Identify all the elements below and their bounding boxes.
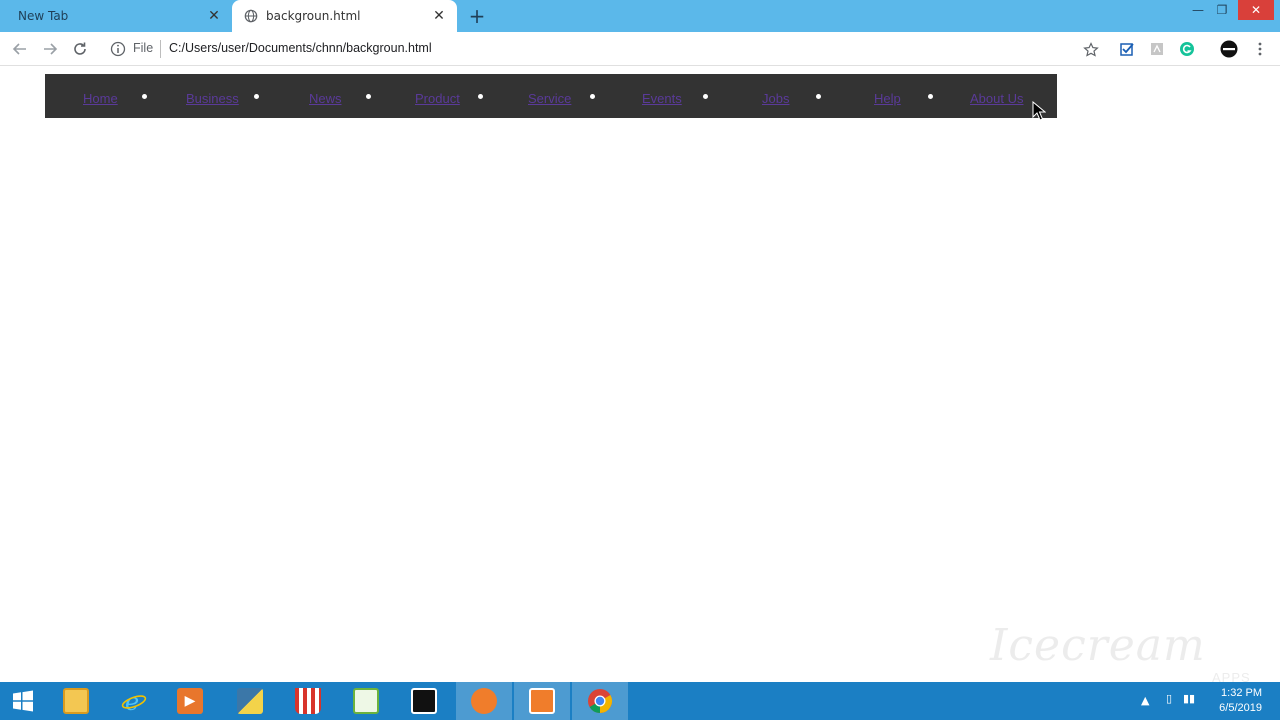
nav-item-service: Service — [528, 88, 595, 106]
reload-icon — [74, 42, 86, 55]
show-hidden-icons-button[interactable]: ▲ — [1141, 694, 1149, 707]
extension-pdf-button[interactable] — [1146, 38, 1168, 60]
bullet-icon — [478, 94, 483, 99]
nav-list: Home Business News Product Service Event… — [45, 74, 1057, 118]
taskbar-media-player[interactable]: ▶ — [162, 682, 218, 720]
info-icon[interactable] — [110, 41, 126, 57]
new-tab-button[interactable]: + — [467, 6, 487, 26]
star-icon — [1083, 42, 1099, 57]
browser-toolbar: File C:/Users/user/Documents/chnn/backgr… — [0, 32, 1280, 66]
recorder-icon — [471, 688, 497, 714]
tab-new-tab[interactable]: New Tab ✕ — [0, 0, 232, 32]
back-button[interactable] — [9, 38, 31, 60]
media-player-icon: ▶ — [177, 688, 203, 714]
bracket-editor-icon — [411, 688, 437, 714]
tab-title: New Tab — [18, 9, 69, 23]
scheme-label: File — [133, 41, 154, 55]
divider — [160, 40, 161, 58]
kebab-menu-icon — [1258, 42, 1262, 56]
chrome-icon — [588, 689, 613, 713]
windows-logo-icon — [13, 690, 33, 712]
bookmark-star-button[interactable] — [1080, 39, 1102, 61]
nav-link-about-us[interactable]: About Us — [970, 91, 1023, 106]
document-icon — [1151, 43, 1163, 55]
camera-icon — [529, 688, 555, 714]
internet-explorer-icon: e — [121, 688, 147, 714]
taskbar-file-explorer[interactable] — [48, 682, 104, 720]
taskbar-icecream-recorder[interactable] — [456, 682, 512, 720]
taskbar-popcorn-app[interactable] — [280, 682, 336, 720]
nav-link-home[interactable]: Home — [83, 91, 118, 106]
nav-item-business: Business — [186, 88, 259, 106]
address-bar[interactable]: File C:/Users/user/Documents/chnn/backgr… — [104, 36, 1106, 62]
menu-button[interactable] — [1249, 38, 1271, 60]
bullet-icon — [703, 94, 708, 99]
watermark: Icecream APPS — [990, 620, 1280, 685]
extension-check-button[interactable] — [1116, 38, 1138, 60]
nav-item-about-us: About Us — [970, 88, 1023, 106]
bullet-icon — [142, 94, 147, 99]
folder-icon — [63, 688, 89, 714]
arrow-right-icon — [44, 43, 58, 55]
notepad-icon — [353, 688, 379, 714]
url-text[interactable]: C:/Users/user/Documents/chnn/backgroun.h… — [169, 41, 432, 55]
page-viewport: Home Business News Product Service Event… — [0, 67, 1280, 685]
bullet-icon — [254, 94, 259, 99]
clock-time: 1:32 PM — [1221, 687, 1262, 699]
nav-bar: Home Business News Product Service Event… — [45, 74, 1057, 118]
nav-item-product: Product — [415, 88, 483, 106]
bullet-icon — [816, 94, 821, 99]
taskbar-notepad-plus[interactable] — [338, 682, 394, 720]
bullet-icon — [366, 94, 371, 99]
network-icon[interactable]: ▮▮ — [1183, 692, 1195, 705]
tab-strip: New Tab ✕ backgroun.html ✕ + — ❐ ✕ — [0, 0, 1280, 32]
start-button[interactable] — [0, 682, 46, 720]
clock-date: 6/5/2019 — [1219, 702, 1262, 714]
system-clock[interactable]: 1:32 PM 6/5/2019 — [1219, 686, 1262, 716]
grammarly-icon — [1180, 42, 1194, 56]
mouse-cursor-icon — [1032, 101, 1046, 121]
bullet-icon — [590, 94, 595, 99]
nav-link-service[interactable]: Service — [528, 91, 571, 106]
profile-avatar-button[interactable] — [1218, 38, 1240, 60]
taskbar: e ▶ ▲ ▯ ▮▮ 1:32 PM 6/5/2019 — [0, 682, 1280, 720]
taskbar-internet-explorer[interactable]: e — [106, 682, 162, 720]
bullet-icon — [928, 94, 933, 99]
taskbar-app-python[interactable] — [222, 682, 278, 720]
reload-button[interactable] — [69, 38, 91, 60]
globe-icon — [244, 9, 258, 23]
taskbar-editor[interactable] — [396, 682, 452, 720]
tab-backgroun[interactable]: backgroun.html ✕ — [232, 0, 457, 32]
nav-item-news: News — [309, 88, 371, 106]
close-tab-icon[interactable]: ✕ — [206, 8, 222, 24]
nav-item-jobs: Jobs — [762, 88, 821, 106]
restore-button[interactable]: ❐ — [1207, 0, 1237, 20]
battery-icon[interactable]: ▯ — [1166, 692, 1172, 705]
avatar-icon — [1220, 40, 1238, 58]
python-icon — [237, 688, 263, 714]
close-tab-icon[interactable]: ✕ — [431, 8, 447, 24]
popcorn-icon — [295, 688, 321, 714]
nav-item-events: Events — [642, 88, 708, 106]
nav-link-events[interactable]: Events — [642, 91, 682, 106]
tab-title: backgroun.html — [266, 9, 361, 23]
arrow-left-icon — [12, 43, 26, 55]
taskbar-screenshot-tool[interactable] — [514, 682, 570, 720]
nav-link-help[interactable]: Help — [874, 91, 901, 106]
extension-grammarly-button[interactable] — [1176, 38, 1198, 60]
forward-button[interactable] — [39, 38, 61, 60]
taskbar-chrome[interactable] — [572, 682, 628, 720]
nav-item-help: Help — [874, 88, 933, 106]
checklist-icon — [1120, 43, 1134, 56]
nav-link-business[interactable]: Business — [186, 91, 239, 106]
nav-item-home: Home — [83, 88, 147, 106]
nav-link-news[interactable]: News — [309, 91, 342, 106]
nav-link-jobs[interactable]: Jobs — [762, 91, 789, 106]
watermark-text: Icecream — [990, 620, 1206, 671]
close-window-button[interactable]: ✕ — [1238, 0, 1274, 20]
nav-link-product[interactable]: Product — [415, 91, 460, 106]
